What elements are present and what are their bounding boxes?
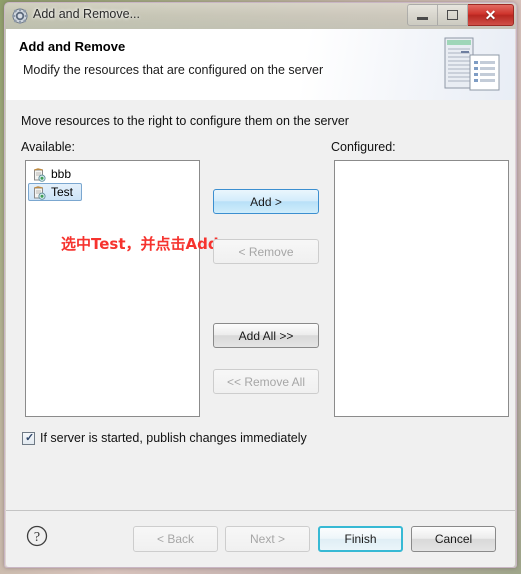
available-label: Available: <box>21 140 75 154</box>
close-icon: ✕ <box>484 7 497 23</box>
instruction-text: Move resources to the right to configure… <box>21 114 349 128</box>
project-module-icon <box>32 168 46 182</box>
desktop-screen: Add and Remove... ✕ Add and Remove Modif… <box>0 0 521 574</box>
page-title: Add and Remove <box>19 39 126 54</box>
svg-text:?: ? <box>34 530 40 545</box>
list-item-label: bbb <box>51 167 72 181</box>
check-icon: ✓ <box>25 431 35 444</box>
finish-button[interactable]: Finish <box>318 526 403 552</box>
dialog-body: Move resources to the right to configure… <box>6 100 515 511</box>
available-list[interactable]: bbb Test <box>25 160 200 417</box>
server-and-document-icon <box>437 35 507 93</box>
checkbox-label: If server is started, publish changes im… <box>40 431 307 445</box>
title-bar[interactable]: Add and Remove... ✕ <box>5 3 516 29</box>
cancel-button[interactable]: Cancel <box>411 526 496 552</box>
close-button[interactable]: ✕ <box>468 4 514 26</box>
window-controls: ✕ <box>407 4 514 26</box>
page-subtitle: Modify the resources that are configured… <box>23 63 324 77</box>
add-all-button[interactable]: Add All >> <box>213 323 319 348</box>
remove-all-button: << Remove All <box>213 369 319 394</box>
checkbox-box[interactable]: ✓ <box>22 431 35 445</box>
gear-icon <box>12 8 28 24</box>
minimize-icon <box>417 17 428 20</box>
dialog-header: Add and Remove Modify the resources that… <box>6 29 515 101</box>
list-item-label: Test <box>51 185 74 199</box>
list-item[interactable]: Test <box>28 183 83 201</box>
configured-list[interactable] <box>334 160 509 417</box>
project-module-icon <box>32 186 46 200</box>
next-button: Next > <box>225 526 310 552</box>
dialog-footer: ? < Back Next > Finish Cancel <box>6 511 515 567</box>
remove-button: < Remove <box>213 239 319 264</box>
list-item[interactable]: bbb <box>28 165 197 183</box>
annotation-text: 选中Test，并点击Add <box>61 235 219 253</box>
window-title: Add and Remove... <box>33 7 141 21</box>
publish-immediately-checkbox[interactable]: ✓ If server is started, publish changes … <box>22 431 307 445</box>
back-button: < Back <box>133 526 218 552</box>
help-question-icon[interactable]: ? <box>26 525 48 547</box>
minimize-button[interactable] <box>407 4 438 26</box>
maximize-icon <box>447 10 458 20</box>
maximize-button[interactable] <box>438 4 468 26</box>
add-button[interactable]: Add > <box>213 189 319 214</box>
configured-label: Configured: <box>331 140 396 154</box>
add-and-remove-dialog: Add and Remove... ✕ Add and Remove Modif… <box>4 2 517 568</box>
